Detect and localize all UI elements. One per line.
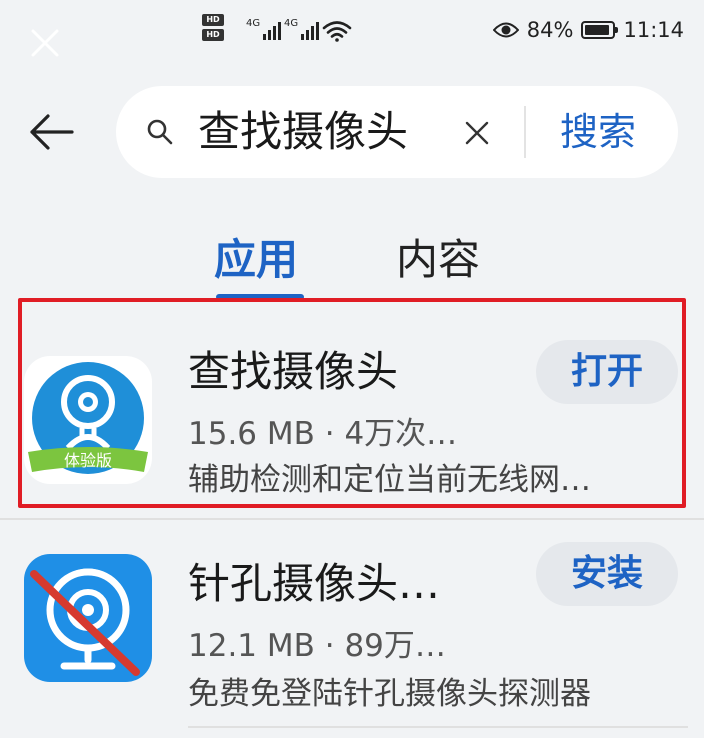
tab-content[interactable]: 内容 [396,232,480,288]
divider [0,518,704,520]
search-input[interactable]: 查找摄像头 [198,106,408,158]
search-divider [524,106,526,158]
webcam-crossed-icon [24,554,152,682]
signal-sim2-icon: 4G [284,18,320,40]
install-button[interactable]: 安装 [536,542,678,606]
sim-indicators: HD HD [202,14,224,41]
clear-icon[interactable] [464,120,490,146]
app-description: 免费免登陆针孔摄像头探测器 [188,676,591,712]
sim1-hd-icon: HD [202,14,224,26]
close-icon[interactable] [30,28,60,58]
wifi-icon [322,21,352,42]
status-bar: HD HD 4G 4G 84% 11:14 [0,0,704,70]
app-name: 针孔摄像头… [188,559,441,608]
app-meta: 12.1 MB · 89万… [188,628,446,664]
search-icon [147,119,173,145]
status-right: 84% 11:14 [492,18,684,42]
battery-icon [581,21,619,39]
back-arrow-icon[interactable] [28,112,76,152]
tab-apps[interactable]: 应用 [214,232,298,288]
search-bar[interactable]: 查找摄像头 搜索 [116,86,678,178]
notification-ghost [0,0,704,12]
search-button[interactable]: 搜索 [560,106,636,158]
eye-comfort-icon [492,22,519,38]
highlight-box [18,298,686,508]
divider [188,726,688,728]
clock: 11:14 [623,18,684,42]
sim2-hd-icon: HD [202,29,224,41]
battery-percent: 84% [526,18,574,42]
signal-sim1-icon: 4G [246,18,282,40]
list-item[interactable]: 针孔摄像头… 12.1 MB · 89万… 免费免登陆针孔摄像头探测器 安装 [0,524,704,724]
